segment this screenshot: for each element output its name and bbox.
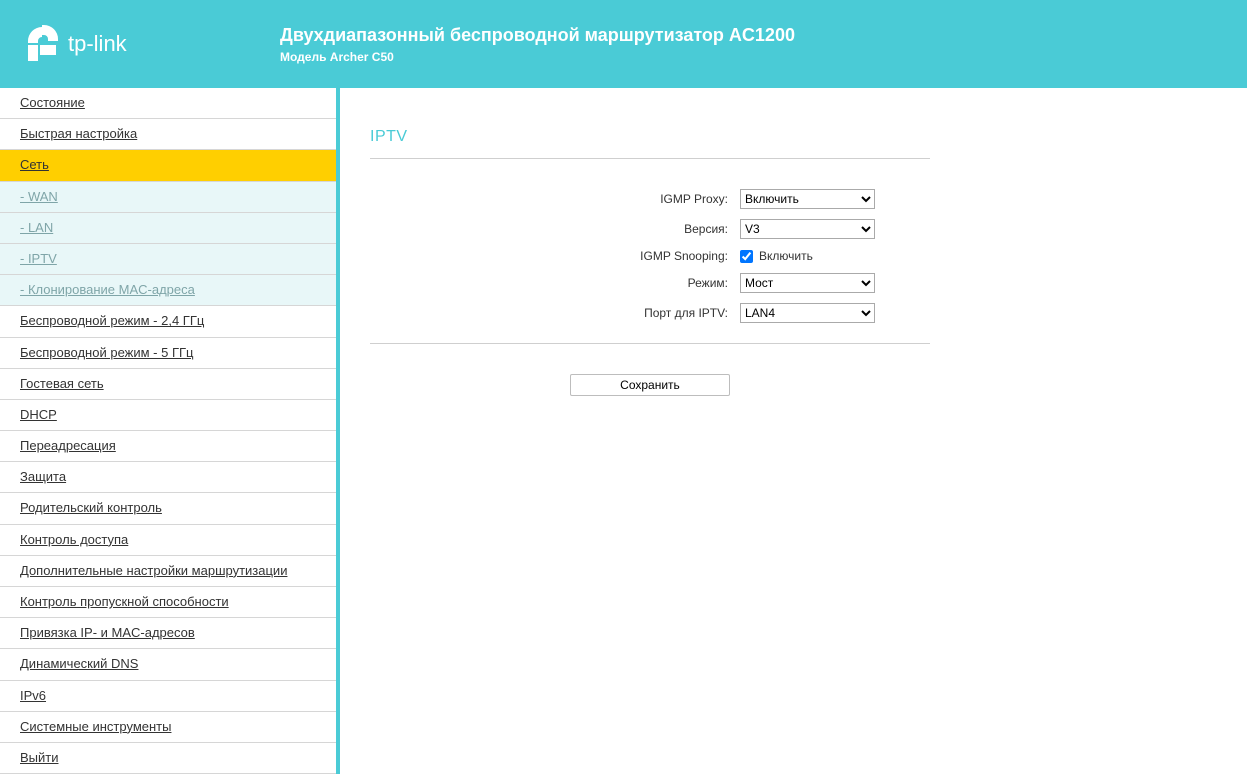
product-model: Модель Archer C50 <box>280 50 795 64</box>
sidebar-item-7[interactable]: Беспроводной режим - 2,4 ГГц <box>0 306 336 337</box>
sidebar-item-12[interactable]: Защита <box>0 462 336 493</box>
form-row-igmp-snooping: IGMP Snooping: Включить <box>370 249 930 263</box>
divider <box>370 343 930 344</box>
iptv-port-label: Порт для IPTV: <box>370 306 740 320</box>
sidebar-item-21[interactable]: Выйти <box>0 743 336 774</box>
sidebar-item-20[interactable]: Системные инструменты <box>0 712 336 743</box>
header-title-block: Двухдиапазонный беспроводной маршрутизат… <box>280 25 795 64</box>
sidebar-item-18[interactable]: Динамический DNS <box>0 649 336 680</box>
sidebar-item-2[interactable]: Сеть <box>0 150 336 181</box>
iptv-port-select[interactable]: LAN4 <box>740 303 875 323</box>
page-title: IPTV <box>370 128 930 146</box>
sidebar: СостояниеБыстрая настройкаСеть- WAN- LAN… <box>0 88 340 774</box>
igmp-proxy-select[interactable]: Включить <box>740 189 875 209</box>
igmp-snooping-label: IGMP Snooping: <box>370 249 740 263</box>
mode-select[interactable]: Мост <box>740 273 875 293</box>
form-row-igmp-proxy: IGMP Proxy: Включить <box>370 189 930 209</box>
tp-link-logo-icon: tp-link <box>20 19 170 69</box>
version-label: Версия: <box>370 222 740 236</box>
sidebar-item-3[interactable]: - WAN <box>0 182 336 213</box>
sidebar-item-13[interactable]: Родительский контроль <box>0 493 336 524</box>
main-content: IPTV IGMP Proxy: Включить Версия: V3 <box>340 88 1247 774</box>
sidebar-item-4[interactable]: - LAN <box>0 213 336 244</box>
sidebar-item-6[interactable]: - Клонирование MAC-адреса <box>0 275 336 306</box>
svg-text:tp-link: tp-link <box>68 31 128 56</box>
igmp-snooping-checkbox-label: Включить <box>759 249 813 263</box>
save-button[interactable]: Сохранить <box>570 374 730 396</box>
sidebar-item-14[interactable]: Контроль доступа <box>0 525 336 556</box>
sidebar-item-8[interactable]: Беспроводной режим - 5 ГГц <box>0 338 336 369</box>
sidebar-item-19[interactable]: IPv6 <box>0 681 336 712</box>
sidebar-item-10[interactable]: DHCP <box>0 400 336 431</box>
product-title: Двухдиапазонный беспроводной маршрутизат… <box>280 25 795 46</box>
form-row-version: Версия: V3 <box>370 219 930 239</box>
version-select[interactable]: V3 <box>740 219 875 239</box>
form-row-mode: Режим: Мост <box>370 273 930 293</box>
brand-logo: tp-link <box>20 19 220 69</box>
divider <box>370 158 930 159</box>
form-row-iptv-port: Порт для IPTV: LAN4 <box>370 303 930 323</box>
sidebar-item-9[interactable]: Гостевая сеть <box>0 369 336 400</box>
igmp-snooping-checkbox[interactable] <box>740 250 753 263</box>
sidebar-item-1[interactable]: Быстрая настройка <box>0 119 336 150</box>
sidebar-item-15[interactable]: Дополнительные настройки маршрутизации <box>0 556 336 587</box>
sidebar-item-17[interactable]: Привязка IP- и MAC-адресов <box>0 618 336 649</box>
mode-label: Режим: <box>370 276 740 290</box>
igmp-proxy-label: IGMP Proxy: <box>370 192 740 206</box>
header: tp-link Двухдиапазонный беспроводной мар… <box>0 0 1247 88</box>
sidebar-item-16[interactable]: Контроль пропускной способности <box>0 587 336 618</box>
sidebar-item-0[interactable]: Состояние <box>0 88 336 119</box>
sidebar-item-11[interactable]: Переадресация <box>0 431 336 462</box>
sidebar-item-5[interactable]: - IPTV <box>0 244 336 275</box>
